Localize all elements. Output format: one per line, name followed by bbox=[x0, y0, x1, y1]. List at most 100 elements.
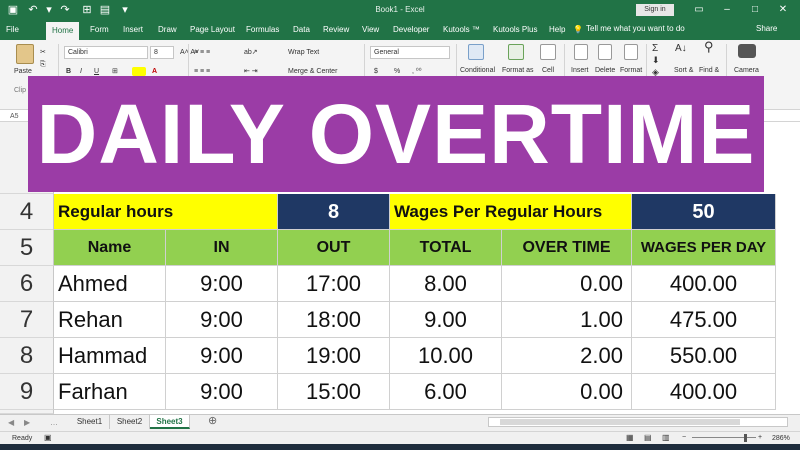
add-sheet-button[interactable]: ⊕ bbox=[208, 416, 217, 427]
tab-help[interactable]: Help bbox=[549, 24, 565, 40]
bold-icon[interactable]: B bbox=[66, 67, 71, 76]
sheet-scroll-right-icon[interactable]: ▶ bbox=[24, 418, 30, 427]
zoom-level[interactable]: 286% bbox=[772, 434, 790, 443]
borders-icon[interactable]: ⊞ bbox=[112, 67, 118, 76]
paste-icon[interactable] bbox=[16, 44, 34, 64]
tab-insert[interactable]: Insert bbox=[123, 24, 143, 40]
find-select-icon[interactable]: ⚲ bbox=[704, 40, 714, 53]
underline-icon[interactable]: U bbox=[94, 67, 99, 76]
header-total[interactable]: TOTAL bbox=[390, 230, 502, 266]
font-name-select[interactable]: Calibri bbox=[64, 46, 148, 59]
font-color-icon[interactable]: A bbox=[152, 67, 157, 76]
conditional-formatting-icon[interactable] bbox=[468, 44, 484, 60]
cell-out[interactable]: 15:00 bbox=[278, 374, 390, 410]
cell-styles-button[interactable]: Cell bbox=[542, 66, 554, 75]
italic-icon[interactable]: I bbox=[80, 67, 82, 76]
cell-name[interactable]: Farhan bbox=[54, 374, 166, 410]
more-sheets-icon[interactable]: … bbox=[50, 418, 58, 427]
copy-icon[interactable]: ⎘ bbox=[40, 60, 46, 69]
ribbon-options-icon[interactable]: ▭ bbox=[690, 3, 708, 17]
maximize-icon[interactable]: □ bbox=[746, 3, 764, 17]
camera-button[interactable]: Camera bbox=[734, 66, 759, 75]
cell-styles-icon[interactable] bbox=[540, 44, 556, 60]
row-header-5[interactable]: 5 bbox=[0, 230, 54, 266]
header-overtime[interactable]: OVER TIME bbox=[502, 230, 632, 266]
cell-in[interactable]: 9:00 bbox=[166, 302, 278, 338]
format-cells-button[interactable]: Format bbox=[620, 66, 642, 75]
cell-name[interactable]: Ahmed bbox=[54, 266, 166, 302]
cell-total[interactable]: 9.00 bbox=[390, 302, 502, 338]
tab-form[interactable]: Form bbox=[90, 24, 109, 40]
tab-view[interactable]: View bbox=[362, 24, 379, 40]
conditional-formatting-button[interactable]: Conditional bbox=[460, 66, 495, 75]
sheet-tab-1[interactable]: Sheet1 bbox=[70, 415, 110, 429]
sign-in-button[interactable]: Sign in bbox=[636, 4, 674, 16]
delete-cells-button[interactable]: Delete bbox=[595, 66, 615, 75]
insert-cells-button[interactable]: Insert bbox=[571, 66, 589, 75]
cell-total[interactable]: 10.00 bbox=[390, 338, 502, 374]
sheet-scroll-left-icon[interactable]: ◀ bbox=[8, 418, 14, 427]
cell-name[interactable]: Rehan bbox=[54, 302, 166, 338]
tab-kutools[interactable]: Kutools ™ bbox=[443, 24, 480, 40]
header-name[interactable]: Name bbox=[54, 230, 166, 266]
share-button[interactable]: Share bbox=[756, 24, 777, 33]
tab-data[interactable]: Data bbox=[293, 24, 310, 40]
tab-kutools-plus[interactable]: Kutools Plus bbox=[493, 24, 537, 40]
sheet-tab-3[interactable]: Sheet3 bbox=[150, 415, 190, 429]
name-box[interactable]: A5 bbox=[10, 112, 19, 121]
comma-icon[interactable]: , ⁰⁰ bbox=[412, 67, 422, 76]
fill-icon[interactable]: ⬇ bbox=[652, 56, 660, 65]
cell-overtime[interactable]: 2.00 bbox=[502, 338, 632, 374]
find-select-button[interactable]: Find & bbox=[699, 66, 719, 75]
delete-cells-icon[interactable] bbox=[598, 44, 612, 60]
zoom-in-icon[interactable]: + bbox=[758, 433, 762, 442]
tab-file[interactable]: File bbox=[6, 24, 19, 40]
row-header-9[interactable]: 9 bbox=[0, 374, 54, 410]
format-as-table-icon[interactable] bbox=[508, 44, 524, 60]
tell-me-search[interactable]: Tell me what you want to do bbox=[586, 24, 685, 33]
cell-wages[interactable]: 550.00 bbox=[632, 338, 776, 374]
cell-wages[interactable]: 400.00 bbox=[632, 266, 776, 302]
row-header-6[interactable]: 6 bbox=[0, 266, 54, 302]
tab-developer[interactable]: Developer bbox=[393, 24, 429, 40]
macro-record-icon[interactable]: ▣ bbox=[44, 433, 52, 442]
cell-total[interactable]: 6.00 bbox=[390, 374, 502, 410]
cell-wages[interactable]: 475.00 bbox=[632, 302, 776, 338]
row-header-7[interactable]: 7 bbox=[0, 302, 54, 338]
zoom-slider-thumb[interactable] bbox=[744, 434, 747, 442]
wage-rate-label[interactable]: Wages Per Regular Hours bbox=[390, 194, 632, 230]
format-cells-icon[interactable] bbox=[624, 44, 638, 60]
fill-color-icon[interactable] bbox=[132, 67, 146, 76]
tab-formulas[interactable]: Formulas bbox=[246, 24, 279, 40]
insert-cells-icon[interactable] bbox=[574, 44, 588, 60]
wrap-text-button[interactable]: Wrap Text bbox=[288, 48, 319, 57]
orientation-icon[interactable]: ab↗ bbox=[244, 48, 258, 57]
camera-icon[interactable] bbox=[738, 44, 756, 58]
font-size-select[interactable]: 8 bbox=[150, 46, 174, 59]
currency-button[interactable]: $ bbox=[374, 67, 378, 76]
cell-overtime[interactable]: 0.00 bbox=[502, 266, 632, 302]
cell-in[interactable]: 9:00 bbox=[166, 338, 278, 374]
regular-hours-value[interactable]: 8 bbox=[278, 194, 390, 230]
cell-name[interactable]: Hammad bbox=[54, 338, 166, 374]
tab-review[interactable]: Review bbox=[323, 24, 349, 40]
sheet-tab-2[interactable]: Sheet2 bbox=[110, 415, 150, 429]
percent-button[interactable]: % bbox=[394, 67, 400, 76]
align-left-icon[interactable]: ≡ ≡ ≡ bbox=[194, 67, 210, 76]
wage-rate-value[interactable]: 50 bbox=[632, 194, 776, 230]
autosum-icon[interactable]: Σ bbox=[652, 44, 658, 54]
cell-in[interactable]: 9:00 bbox=[166, 374, 278, 410]
tab-home[interactable]: Home bbox=[46, 22, 80, 40]
cell-out[interactable]: 19:00 bbox=[278, 338, 390, 374]
cut-icon[interactable]: ✂ bbox=[40, 48, 46, 57]
cell-total[interactable]: 8.00 bbox=[390, 266, 502, 302]
zoom-out-icon[interactable]: − bbox=[682, 433, 686, 442]
header-in[interactable]: IN bbox=[166, 230, 278, 266]
tab-draw[interactable]: Draw bbox=[158, 24, 177, 40]
scrollbar-thumb[interactable] bbox=[500, 419, 740, 425]
number-format-select[interactable]: General bbox=[370, 46, 450, 59]
minimize-icon[interactable]: – bbox=[718, 3, 736, 17]
close-icon[interactable]: ✕ bbox=[774, 3, 792, 17]
page-break-view-icon[interactable]: ▥ bbox=[662, 433, 670, 442]
header-wages-per-day[interactable]: WAGES PER DAY bbox=[632, 230, 776, 266]
